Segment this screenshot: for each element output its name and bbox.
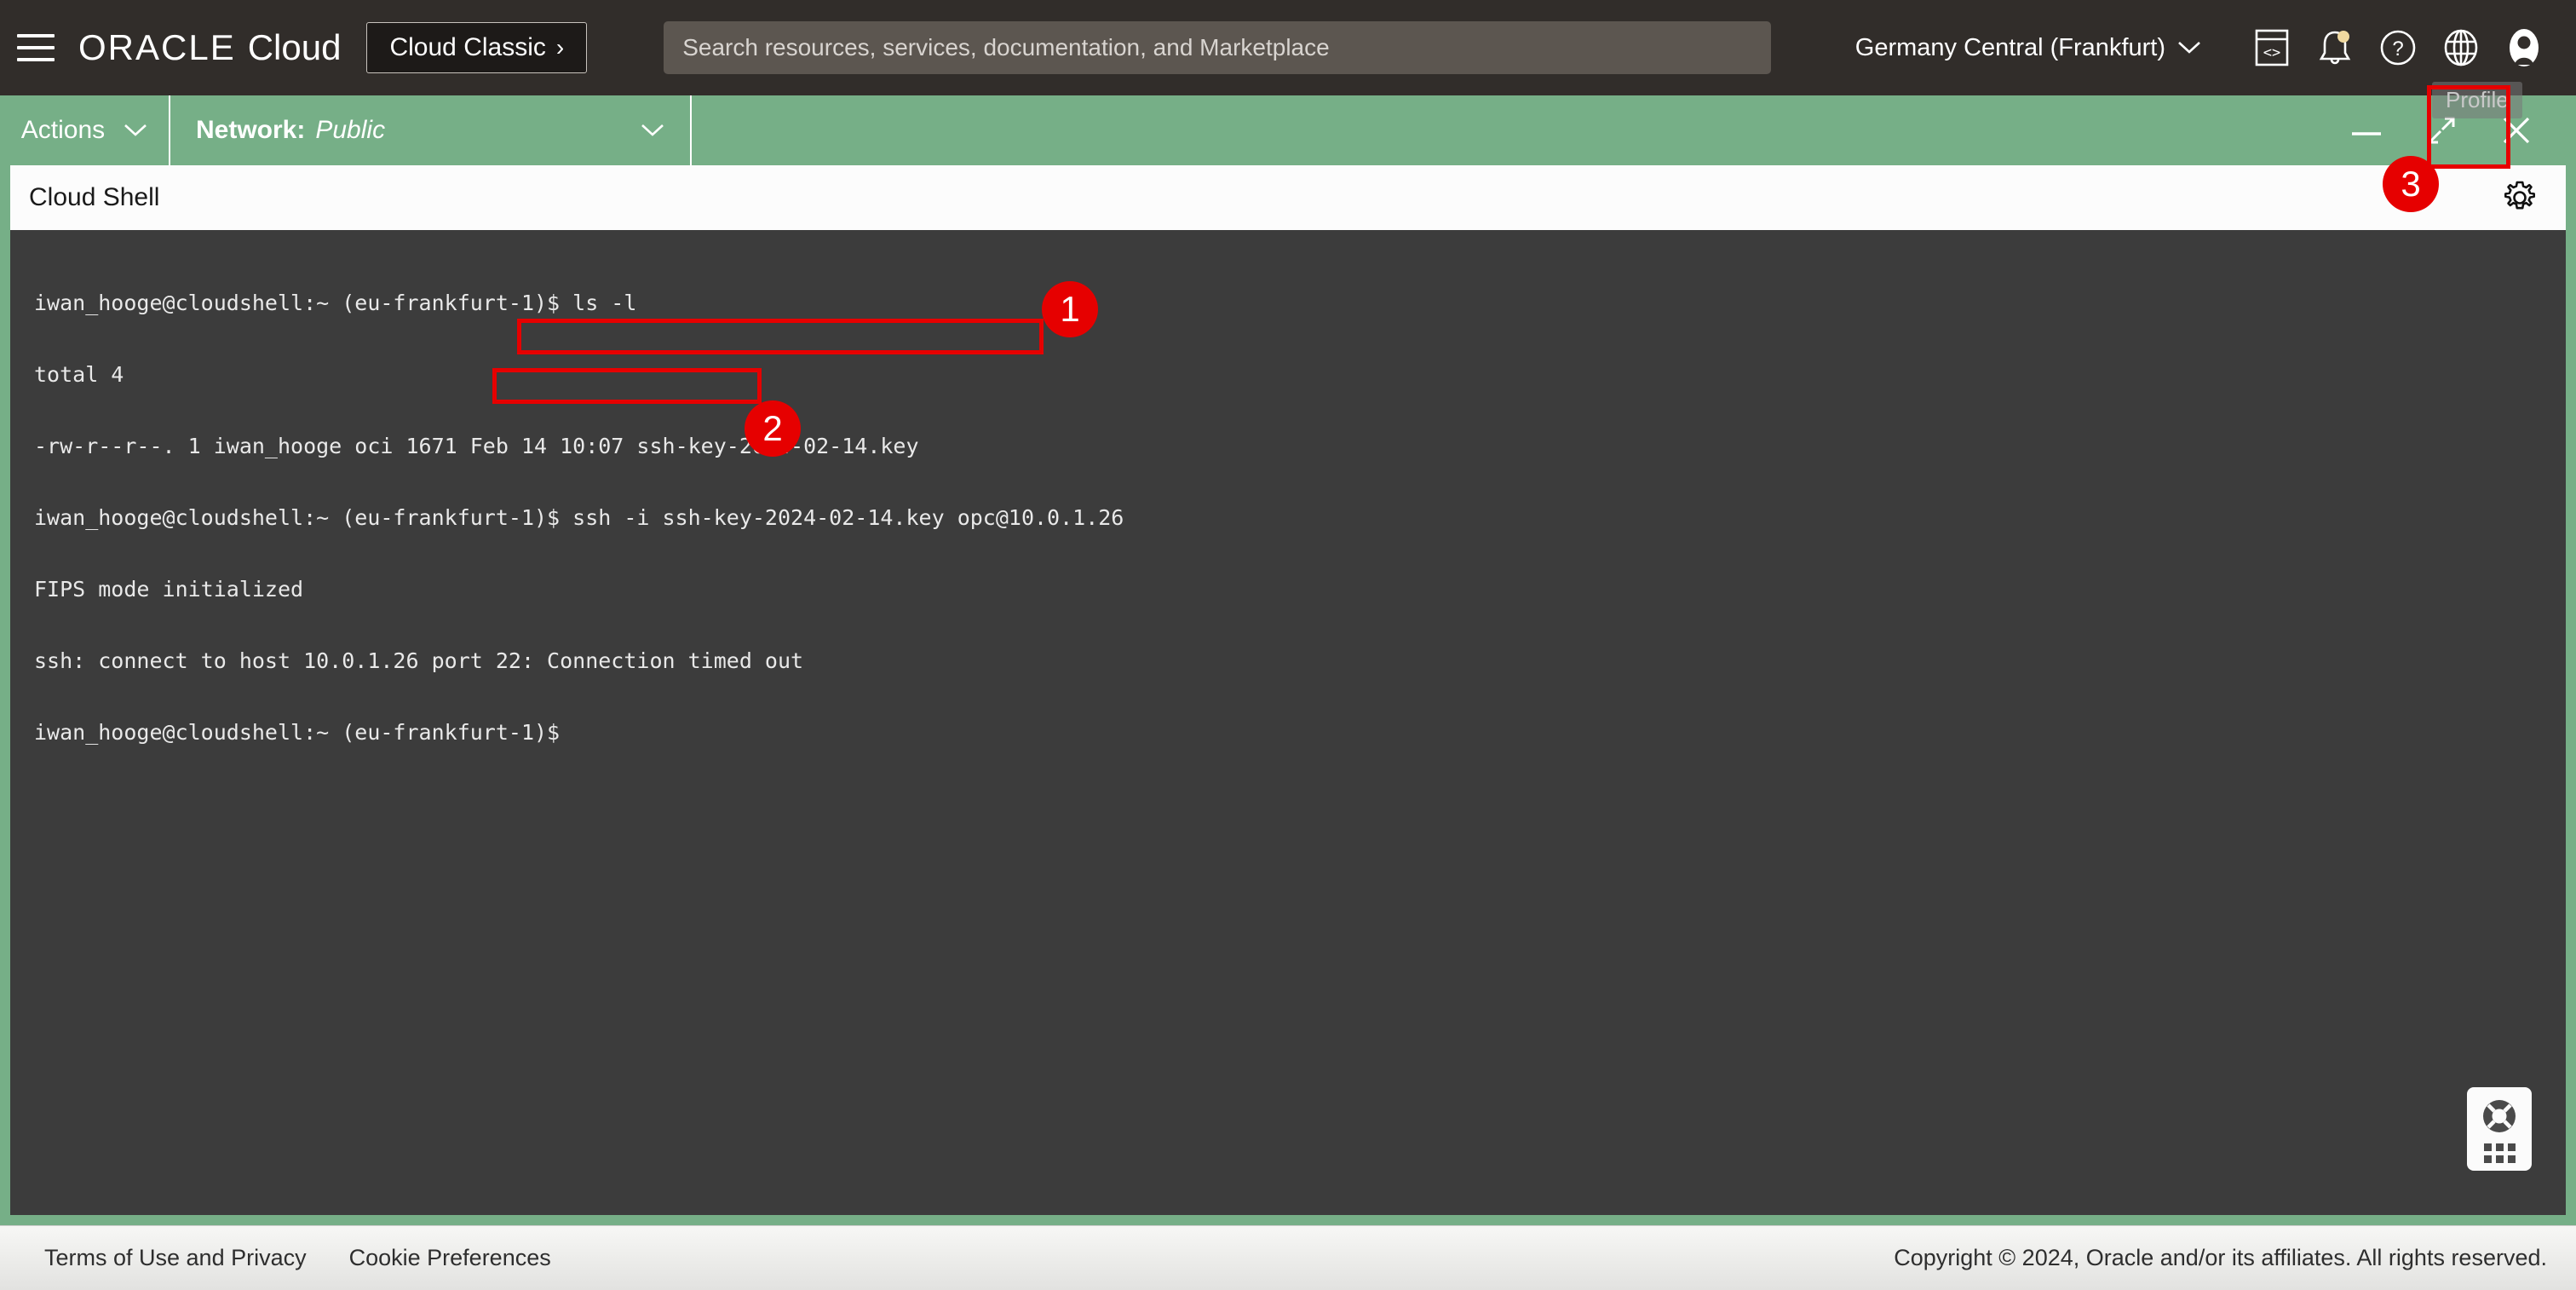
toolbar-spacer — [692, 95, 2329, 165]
close-window-button[interactable] — [2479, 95, 2554, 165]
network-label: Network: — [196, 116, 305, 145]
notifications-bell-icon[interactable] — [2303, 16, 2366, 79]
terminal-lines: iwan_hooge@cloudshell:~ (eu-frankfurt-1)… — [34, 244, 2566, 792]
oracle-cloud-logo[interactable]: ORACLE Cloud — [78, 27, 341, 68]
cookie-preferences-link[interactable]: Cookie Preferences — [349, 1245, 551, 1271]
network-text: Network: Public — [196, 116, 385, 145]
hamburger-bar — [17, 46, 55, 49]
svg-text:?: ? — [2392, 37, 2403, 60]
network-selector[interactable]: Network: Public — [170, 95, 692, 165]
region-label: Germany Central (Frankfurt) — [1855, 34, 2165, 62]
terminal-line: -rw-r--r--. 1 iwan_hooge oci 1671 Feb 14… — [34, 435, 2566, 458]
restore-window-button[interactable] — [2404, 95, 2479, 165]
chevron-right-icon: › — [556, 34, 564, 61]
terminal-line: iwan_hooge@cloudshell:~ (eu-frankfurt-1)… — [34, 506, 2566, 530]
search-input[interactable] — [664, 21, 1771, 74]
terminal-output-area[interactable]: iwan_hooge@cloudshell:~ (eu-frankfurt-1)… — [10, 230, 2566, 1215]
minimize-window-button[interactable] — [2329, 95, 2404, 165]
chevron-down-icon — [641, 123, 664, 138]
footer-links: Terms of Use and Privacy Cookie Preferen… — [44, 1245, 551, 1271]
region-selector[interactable]: Germany Central (Frankfurt) — [1855, 34, 2201, 62]
svg-text:<>: <> — [2263, 44, 2280, 61]
cloud-classic-label: Cloud Classic — [389, 33, 545, 62]
terminal-line: ssh: connect to host 10.0.1.26 port 22: … — [34, 649, 2566, 673]
support-widget-button[interactable] — [2467, 1087, 2532, 1171]
hamburger-bar — [17, 58, 55, 61]
chevron-down-icon — [124, 123, 147, 138]
language-globe-icon[interactable] — [2429, 16, 2493, 79]
profile-avatar-icon[interactable] — [2493, 16, 2556, 79]
terminal-line: iwan_hooge@cloudshell:~ (eu-frankfurt-1)… — [34, 291, 2566, 315]
hamburger-bar — [17, 34, 55, 37]
top-header: ORACLE Cloud Cloud Classic › Germany Cen… — [0, 0, 2576, 95]
actions-menu-button[interactable]: Actions — [0, 95, 170, 165]
developer-tools-icon[interactable]: <> — [2240, 16, 2303, 79]
grid-dots-icon — [2484, 1143, 2516, 1163]
hamburger-menu-icon[interactable] — [17, 34, 55, 61]
chevron-down-icon — [2177, 40, 2201, 55]
network-value: Public — [315, 116, 385, 145]
cloud-classic-button[interactable]: Cloud Classic › — [366, 22, 587, 73]
terms-of-use-link[interactable]: Terms of Use and Privacy — [44, 1245, 307, 1271]
header-right-actions: Germany Central (Frankfurt) <> ? — [1855, 0, 2576, 95]
terminal-line: FIPS mode initialized — [34, 578, 2566, 602]
gear-icon[interactable] — [2496, 174, 2544, 222]
copyright-text: Copyright © 2024, Oracle and/or its affi… — [1894, 1245, 2547, 1271]
cloud-shell-title: Cloud Shell — [29, 183, 159, 212]
cloud-wordmark: Cloud — [248, 27, 342, 68]
page-footer: Terms of Use and Privacy Cookie Preferen… — [0, 1225, 2576, 1290]
help-question-icon[interactable]: ? — [2366, 16, 2429, 79]
lifebuoy-icon — [2479, 1096, 2520, 1137]
window-controls — [2329, 95, 2576, 165]
cloud-shell-titlebar: Cloud Shell — [10, 165, 2566, 230]
oracle-wordmark: ORACLE — [78, 27, 236, 68]
actions-label: Actions — [21, 116, 105, 145]
cloud-shell-panel: Cloud Shell iwan_hooge@cloudshell:~ (eu-… — [0, 165, 2576, 1225]
terminal-line: iwan_hooge@cloudshell:~ (eu-frankfurt-1)… — [34, 721, 2566, 745]
notification-dot-icon — [2337, 31, 2349, 43]
terminal-line: total 4 — [34, 363, 2566, 387]
cloud-shell-toolbar: Actions Network: Public — [0, 95, 2576, 165]
